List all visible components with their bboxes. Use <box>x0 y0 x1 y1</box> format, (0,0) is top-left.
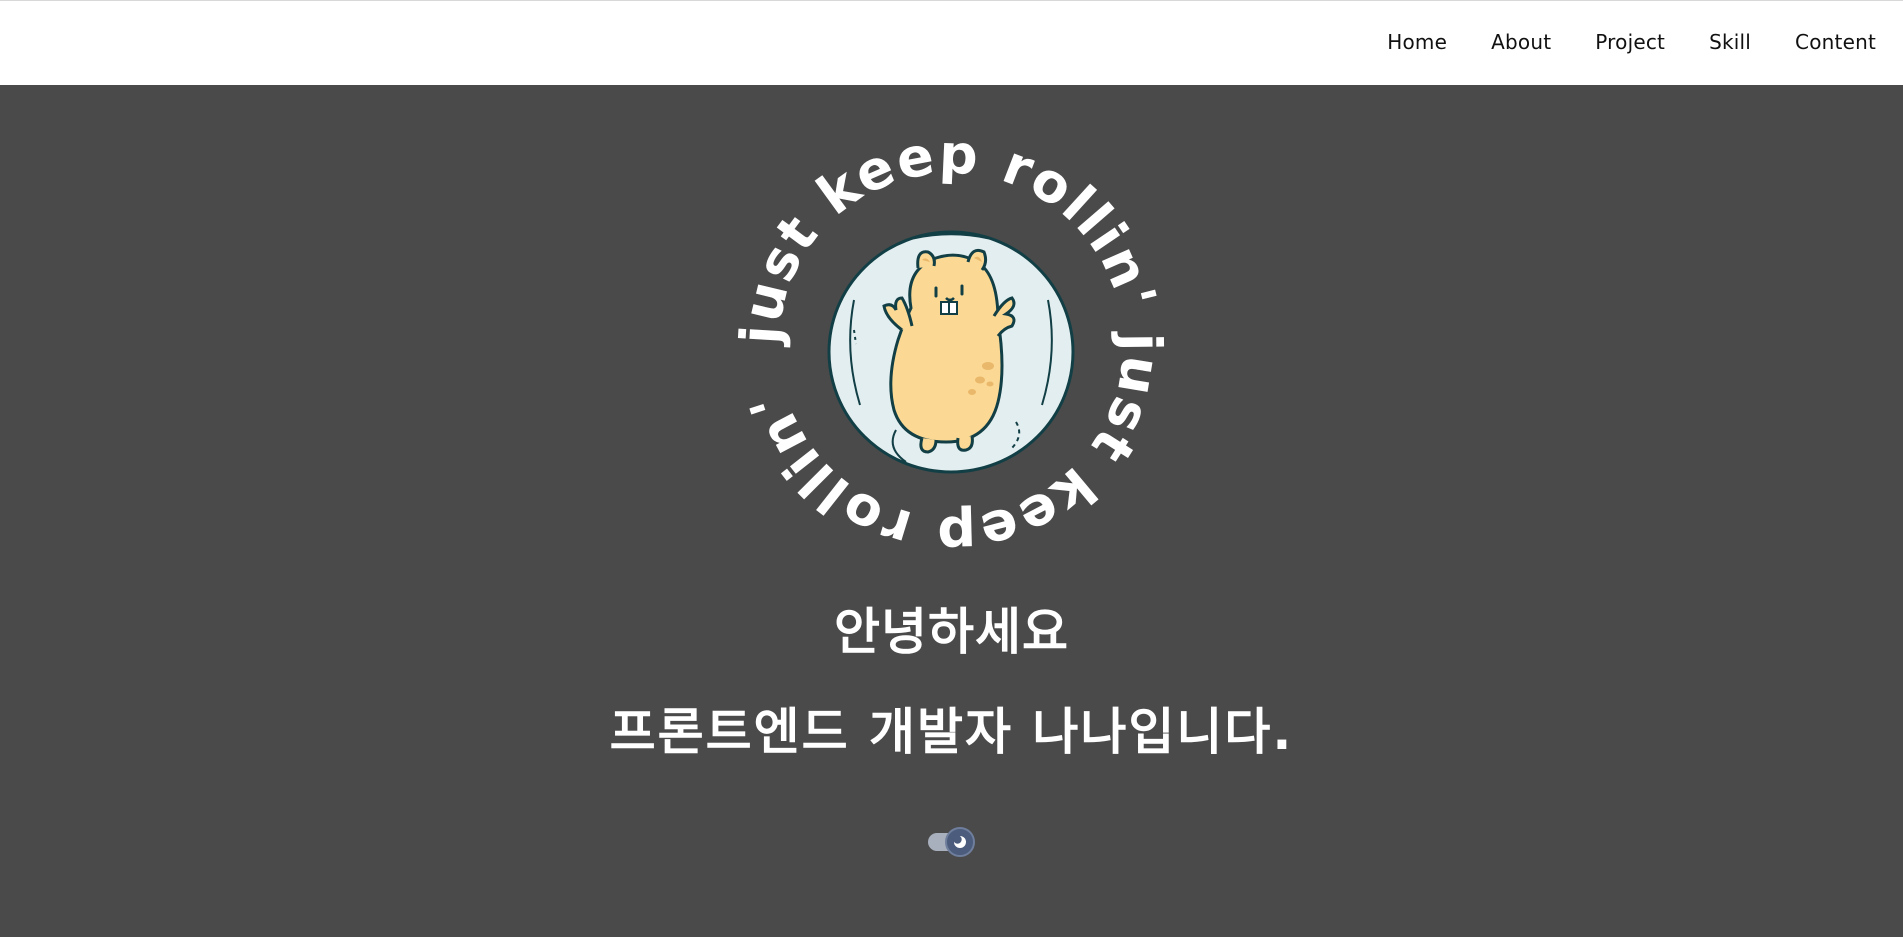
greeting-heading: 안녕하세요 <box>834 602 1069 661</box>
rolling-logo: just keep rollin' just keep rollin' <box>736 130 1166 560</box>
navbar: Home About Project Skill Content <box>0 0 1903 85</box>
nav-link-content[interactable]: Content <box>1795 30 1876 54</box>
hamster-ball-icon: just keep rollin' just keep rollin' <box>736 130 1166 560</box>
intro-heading: 프론트엔드 개발자 나나입니다. <box>609 702 1294 761</box>
nav-link-project[interactable]: Project <box>1595 30 1665 54</box>
nav-link-home[interactable]: Home <box>1387 30 1447 54</box>
nav-link-about[interactable]: About <box>1491 30 1551 54</box>
moon-icon <box>953 835 966 848</box>
theme-toggle[interactable] <box>926 826 978 857</box>
hero-section: just keep rollin' just keep rollin' <box>0 85 1903 937</box>
nav-menu: Home About Project Skill Content <box>1387 1 1876 83</box>
toggle-knob <box>945 827 975 857</box>
nav-link-skill[interactable]: Skill <box>1709 30 1751 54</box>
